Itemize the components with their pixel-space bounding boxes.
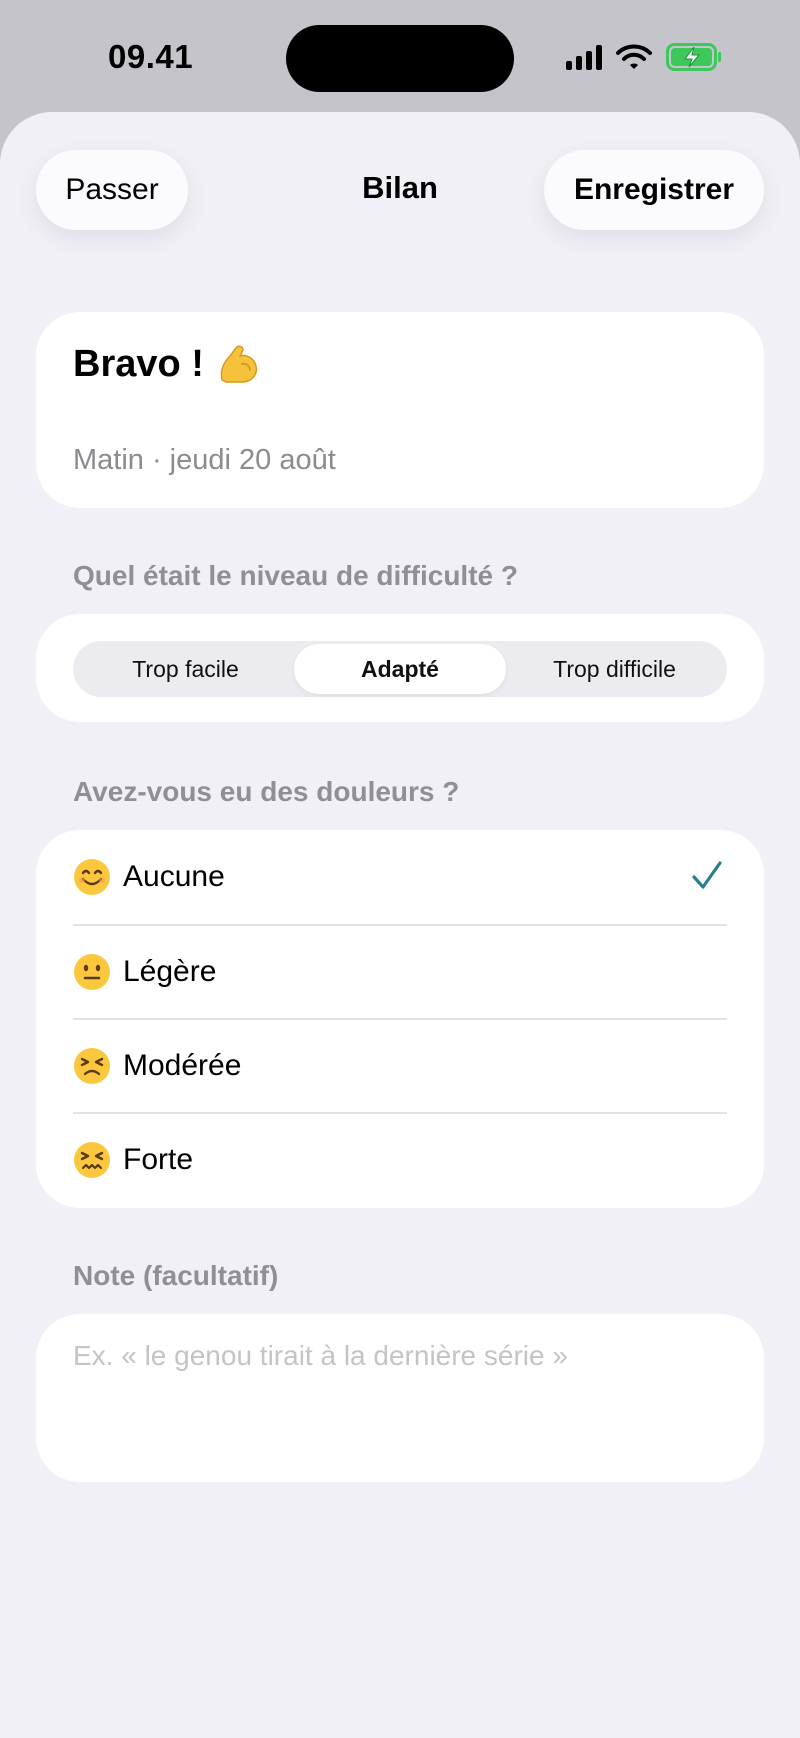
- segment-adapted[interactable]: Adapté: [294, 644, 506, 694]
- difficulty-card: Trop facile Adapté Trop difficile: [36, 614, 764, 722]
- pain-option-label: Légère: [123, 955, 217, 988]
- confounded-face-icon: [74, 1142, 110, 1178]
- status-icons: [566, 42, 722, 72]
- segment-too-hard[interactable]: Trop difficile: [506, 644, 723, 694]
- segment-too-easy[interactable]: Trop facile: [77, 644, 294, 694]
- pain-options-card: Aucune Légère Modérée Forte: [36, 830, 764, 1208]
- pain-option-moderate[interactable]: Modérée: [73, 1018, 727, 1112]
- note-label: Note (facultatif): [73, 1260, 279, 1291]
- cellular-signal-icon: [566, 44, 602, 70]
- status-time: 09.41: [108, 38, 194, 75]
- status-bar: 09.41: [0, 0, 800, 112]
- pain-option-light[interactable]: Légère: [73, 924, 727, 1018]
- difficulty-question: Quel était le niveau de difficulté ?: [73, 560, 518, 591]
- pain-option-strong[interactable]: Forte: [73, 1112, 727, 1206]
- hero-title-row: Bravo !: [73, 342, 260, 386]
- session-date: Matin · jeudi 20 août: [73, 444, 336, 476]
- summary-card: Bravo ! Matin · jeudi 20 août: [36, 312, 764, 508]
- persevering-face-icon: [74, 1048, 110, 1084]
- flexed-biceps-icon: [220, 345, 258, 383]
- battery-charging-icon: [666, 43, 721, 71]
- note-card: [36, 1314, 764, 1482]
- pain-option-label: Modérée: [123, 1049, 242, 1082]
- checkin-sheet: Passer Bilan Enregistrer Bravo ! Matin ·…: [0, 112, 800, 1738]
- difficulty-segmented-control: Trop facile Adapté Trop difficile: [73, 641, 727, 697]
- note-textarea[interactable]: [73, 1340, 727, 1460]
- pain-option-label: Forte: [123, 1143, 194, 1176]
- pain-question: Avez-vous eu des douleurs ?: [73, 776, 460, 807]
- pain-option-label: Aucune: [123, 860, 225, 893]
- wifi-icon: [616, 44, 652, 69]
- save-button[interactable]: Enregistrer: [544, 150, 764, 230]
- smiling-face-icon: [74, 859, 110, 895]
- checkmark-icon: [692, 861, 722, 889]
- pain-option-none[interactable]: Aucune: [73, 830, 727, 924]
- neutral-face-icon: [74, 954, 110, 990]
- hero-title: Bravo !: [73, 342, 204, 385]
- dynamic-island: [286, 25, 514, 92]
